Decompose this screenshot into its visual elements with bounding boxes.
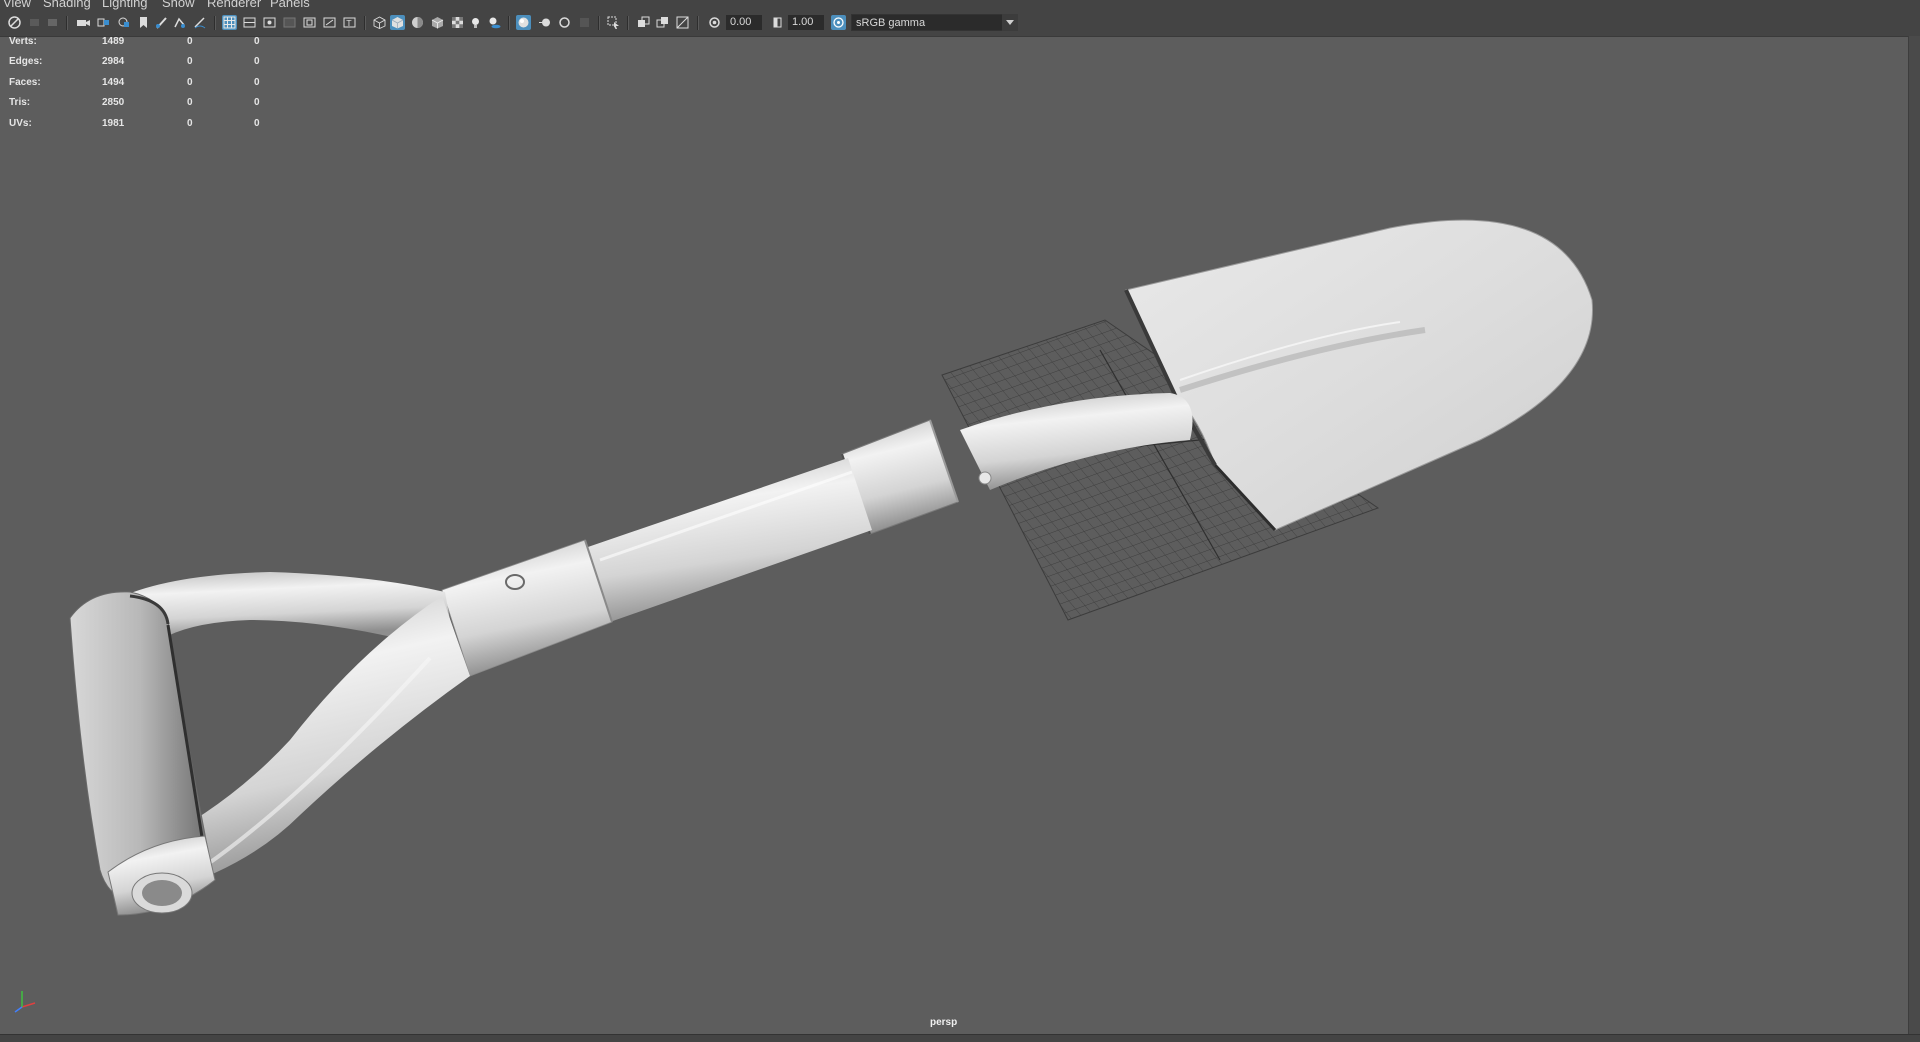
grease-pencil-icon[interactable] [154, 15, 169, 30]
panel-menu-bar: View Shading Lighting Show Renderer Pane… [0, 0, 1920, 10]
camera-name-label: persp [930, 1017, 958, 1028]
hud-row-tris: Tris: 2850 0 0 [9, 97, 260, 108]
image-plane-icon[interactable] [96, 15, 111, 30]
backface-culling-icon[interactable] [675, 15, 690, 30]
hud-row-uvs: UVs: 1981 0 0 [9, 118, 260, 129]
separator [214, 16, 216, 30]
wireframe-on-shaded-icon[interactable] [430, 15, 445, 30]
lights-icon[interactable] [468, 15, 483, 30]
film-gate-icon[interactable] [242, 15, 257, 30]
color-management-select[interactable]: sRGB gamma [851, 14, 1018, 31]
lock-camera-icon[interactable] [27, 15, 42, 30]
use-default-material-icon[interactable] [410, 15, 425, 30]
hud-row-faces: Faces: 1494 0 0 [9, 77, 260, 88]
textured-icon[interactable] [450, 15, 465, 30]
separator [508, 16, 510, 30]
axis-gizmo-icon [10, 985, 42, 1015]
svg-text:T: T [346, 19, 352, 28]
select-camera-icon[interactable] [7, 15, 22, 30]
camera-attributes-icon[interactable] [45, 15, 60, 30]
hud-row-edges: Edges: 2984 0 0 [9, 56, 260, 67]
edit-pencil-icon[interactable] [192, 15, 207, 30]
bookmark-icon[interactable] [136, 15, 151, 30]
xray-joints-icon[interactable] [655, 15, 670, 30]
shovel-model [69, 219, 1593, 916]
depth-of-field-icon[interactable] [577, 15, 592, 30]
separator [697, 16, 699, 30]
gamma-field[interactable]: 1.00 [788, 15, 824, 30]
safe-action-icon[interactable] [322, 15, 337, 30]
menu-view[interactable]: View [3, 0, 31, 10]
exposure-field[interactable]: 0.00 [726, 15, 762, 30]
two-d-pan-zoom-icon[interactable] [116, 15, 131, 30]
field-chart-icon[interactable] [302, 15, 317, 30]
menu-renderer[interactable]: Renderer [207, 0, 261, 10]
smooth-shade-icon[interactable] [390, 15, 405, 30]
camera-icon[interactable] [76, 15, 91, 30]
separator [627, 16, 629, 30]
shadows-icon[interactable] [487, 15, 502, 30]
anti-aliasing-icon[interactable] [557, 15, 572, 30]
grid-icon[interactable] [222, 15, 237, 30]
panel-edge [1908, 36, 1920, 1034]
menu-lighting[interactable]: Lighting [102, 0, 148, 10]
separator [364, 16, 366, 30]
motion-blur-icon[interactable] [538, 15, 553, 30]
safe-title-icon[interactable]: T [342, 15, 357, 30]
color-management-icon[interactable] [831, 15, 846, 30]
wireframe-icon[interactable] [372, 15, 387, 30]
isolate-icon[interactable] [606, 15, 621, 30]
menu-show[interactable]: Show [162, 0, 195, 10]
menu-shading[interactable]: Shading [43, 0, 91, 10]
viewport-3d[interactable] [0, 36, 1908, 1034]
gate-mask-icon[interactable] [282, 15, 297, 30]
chevron-down-icon[interactable] [1002, 14, 1018, 31]
exposure-icon[interactable] [707, 15, 722, 30]
hud-row-verts: Verts: 1489 0 0 [9, 36, 260, 47]
resolution-gate-icon[interactable] [262, 15, 277, 30]
gamma-icon[interactable] [770, 15, 785, 30]
ambient-occlusion-icon[interactable] [516, 15, 531, 30]
menu-panels[interactable]: Panels [270, 0, 310, 10]
separator [598, 16, 600, 30]
viewport-toolbar: T 0.00 1.00 sRGB gamma [0, 10, 1920, 37]
xray-icon[interactable] [636, 15, 651, 30]
snapshot-icon[interactable] [172, 15, 187, 30]
separator [66, 16, 68, 30]
